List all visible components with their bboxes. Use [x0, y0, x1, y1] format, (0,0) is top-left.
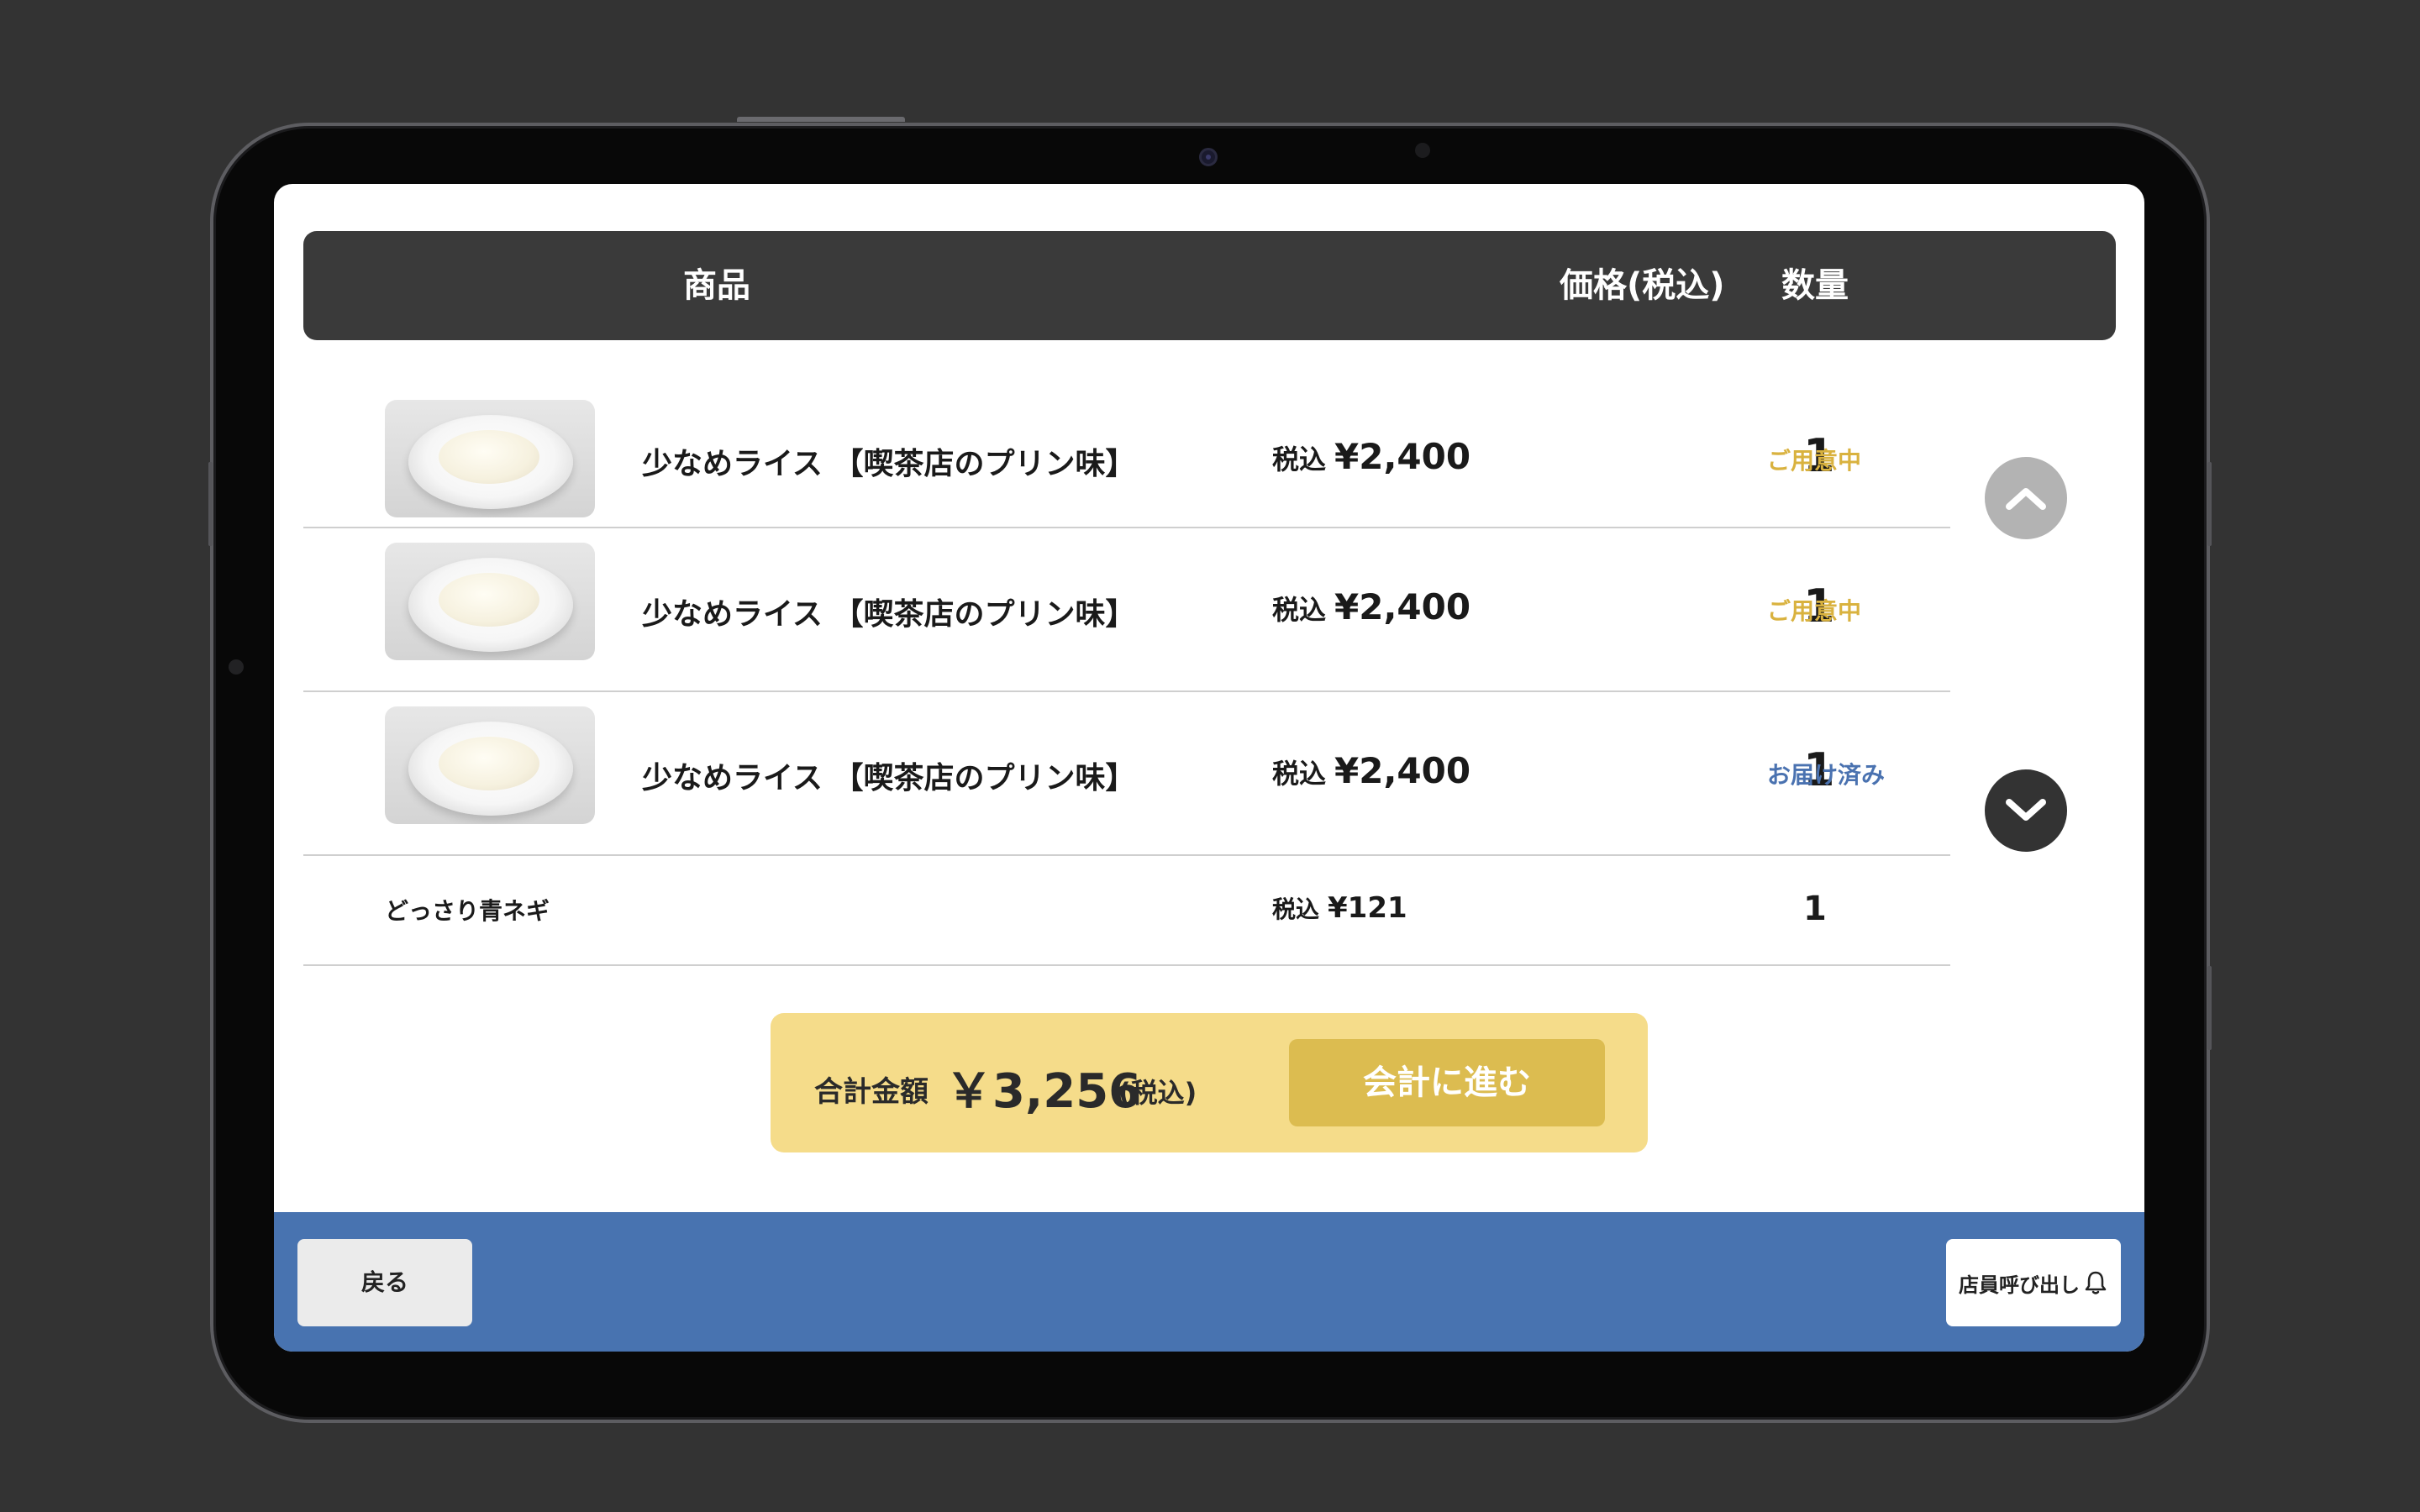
item-name: 少なめライス 【喫茶店のプリン味】: [642, 447, 1136, 481]
status-badge: ご用意中: [1767, 597, 1862, 625]
status-badge: お届け済み: [1767, 761, 1886, 789]
status-badge: ご用意中: [1767, 447, 1862, 475]
column-header-quantity: 数量: [1781, 266, 1849, 305]
table-row: 少なめライス 【喫茶店のプリン味】 税込 ¥2,400 1 ご用意中: [303, 386, 1950, 528]
column-header-price: 価格(税込): [1560, 266, 1725, 305]
call-staff-button[interactable]: 店員呼び出し: [1946, 1239, 2121, 1326]
chevron-up-icon: [2006, 488, 2046, 510]
table-row: どっさり青ネギ 税込 ¥121 1: [303, 856, 1950, 966]
total-amount: ￥3,256: [945, 1064, 1142, 1119]
footer-bar: 戻る 店員呼び出し: [274, 1212, 2144, 1352]
light-sensor: [1415, 143, 1430, 158]
call-staff-label: 店員呼び出し: [1959, 1273, 2080, 1297]
scroll-down-button[interactable]: [1985, 769, 2067, 852]
bell-icon: [2085, 1271, 2107, 1294]
table-row: 少なめライス 【喫茶店のプリン味】 税込 ¥2,400 1 ご用意中: [303, 528, 1950, 692]
table-row: 少なめライス 【喫茶店のプリン味】 税込 ¥2,400 1 お届け済み: [303, 692, 1950, 856]
back-button[interactable]: 戻る: [297, 1239, 472, 1326]
item-name: どっさり青ネギ: [385, 897, 550, 925]
total-label: 合計金額: [814, 1075, 929, 1109]
column-header-product: 商品: [683, 266, 750, 305]
total-panel: 合計金額 ￥3,256 (税込) 会計に進む: [771, 1013, 1648, 1152]
item-name: 少なめライス 【喫茶店のプリン味】: [642, 761, 1136, 795]
tablet-side-button: [2207, 462, 2212, 546]
scroll-up-button[interactable]: [1985, 457, 2067, 539]
item-name: 少なめライス 【喫茶店のプリン味】: [642, 597, 1136, 632]
tablet-top-button: [737, 117, 905, 122]
tablet-side-button: [2207, 966, 2212, 1050]
order-history-screen: 商品 価格(税込) 数量 少なめライス 【喫茶店のプリン味】 税込 ¥2,400 …: [274, 184, 2144, 1352]
item-image: [385, 706, 595, 824]
tablet-side-button: [208, 462, 213, 546]
table-header: 商品 価格(税込) 数量: [303, 231, 2116, 340]
item-image: [385, 400, 595, 517]
front-camera: [1199, 148, 1218, 166]
item-quantity: 1: [1803, 890, 1827, 928]
item-price: 税込 ¥2,400: [1272, 436, 1471, 477]
item-price: 税込 ¥2,400: [1272, 586, 1471, 627]
checkout-button[interactable]: 会計に進む: [1289, 1039, 1605, 1126]
item-price: 税込 ¥2,400: [1272, 750, 1471, 791]
item-image: [385, 543, 595, 660]
item-price: 税込 ¥121: [1272, 891, 1407, 925]
side-sensor: [229, 659, 244, 675]
chevron-down-icon: [2006, 799, 2046, 821]
total-tax-note: (税込): [1118, 1077, 1197, 1109]
